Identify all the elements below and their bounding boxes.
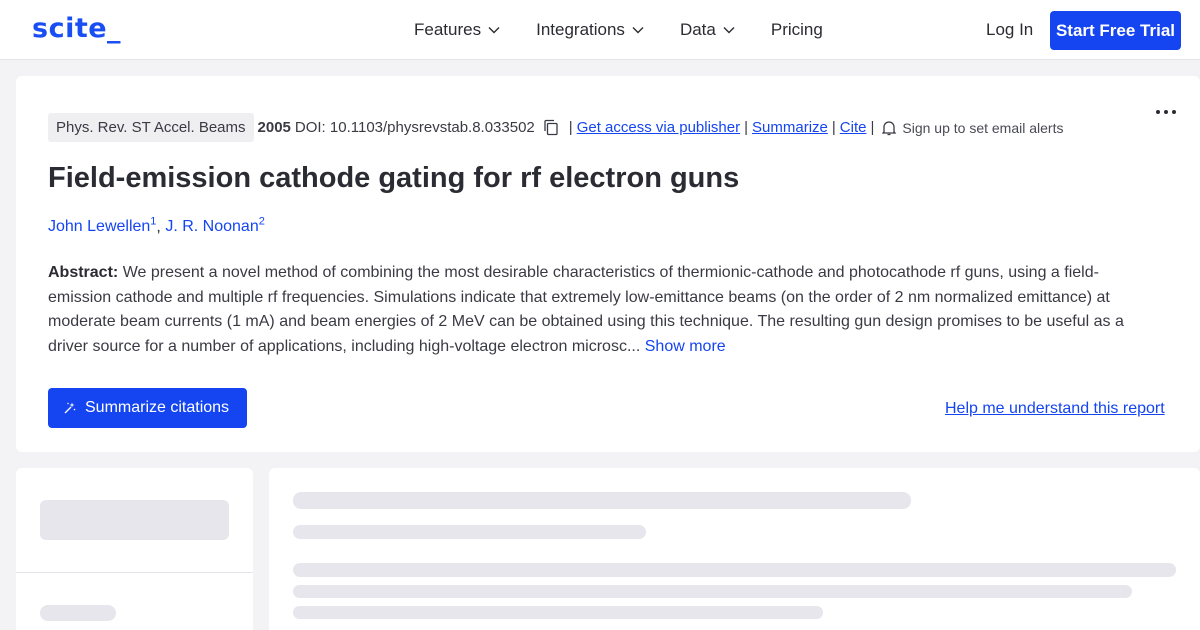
author-link[interactable]: J. R. Noonan2 (165, 216, 265, 236)
chevron-down-icon (723, 27, 735, 34)
skeleton-line (293, 563, 1176, 577)
separator: | (744, 119, 749, 136)
chevron-down-icon (632, 27, 644, 34)
start-free-trial-button[interactable]: Start Free Trial (1050, 11, 1181, 50)
skeleton-line (40, 605, 116, 621)
journal-badge[interactable]: Phys. Rev. ST Accel. Beams (48, 113, 254, 142)
author-affiliation: 2 (258, 216, 265, 228)
nav-features-label: Features (414, 20, 482, 39)
email-alerts-link[interactable]: Sign up to set email alerts (902, 120, 1063, 136)
nav-data-label: Data (679, 20, 716, 39)
summarize-link[interactable]: Summarize (752, 119, 828, 136)
nav-features[interactable]: Features (414, 20, 500, 40)
paper-card: Phys. Rev. ST Accel. Beams 2005 DOI: 10.… (16, 76, 1200, 452)
get-access-link[interactable]: Get access via publisher (577, 119, 740, 136)
nav-pricing[interactable]: Pricing (771, 20, 823, 40)
cite-link[interactable]: Cite (840, 119, 867, 136)
separator: | (831, 119, 836, 136)
top-navbar: scite_ Features Integrations Data Pricin… (0, 0, 1200, 60)
author-name: John Lewellen (48, 218, 151, 236)
author-name: J. R. Noonan (165, 218, 259, 236)
skeleton-block (40, 500, 229, 540)
login-link[interactable]: Log In (986, 20, 1033, 40)
nav-integrations-label: Integrations (536, 20, 625, 39)
skeleton-line (293, 525, 646, 539)
bell-icon[interactable] (882, 120, 897, 136)
author-list: John Lewellen1, J. R. Noonan2 (48, 216, 265, 236)
sparkle-icon (64, 402, 76, 414)
sidebar-skeleton-card (16, 468, 253, 630)
doi-text: DOI: 10.1103/physrevstab.8.033502 (294, 119, 535, 136)
summarize-citations-label: Summarize citations (85, 399, 230, 416)
nav-pricing-label: Pricing (770, 20, 823, 39)
separator: | (568, 119, 573, 136)
paper-meta-row: Phys. Rev. ST Accel. Beams 2005 DOI: 10.… (48, 113, 1063, 142)
skeleton-line (293, 585, 1132, 598)
nav-data[interactable]: Data (680, 20, 735, 40)
summarize-citations-button[interactable]: Summarize citations (48, 388, 247, 428)
abstract: Abstract: We present a novel method of c… (48, 261, 1138, 359)
show-more-link[interactable]: Show more (645, 338, 726, 355)
skeleton-line (293, 606, 823, 619)
publication-year: 2005 (257, 119, 291, 136)
copy-icon[interactable] (543, 119, 559, 136)
abstract-label: Abstract: (48, 264, 119, 281)
scite-logo[interactable]: scite_ (32, 13, 121, 44)
author-link[interactable]: John Lewellen1 (48, 216, 156, 236)
chevron-down-icon (488, 27, 500, 34)
separator: | (870, 119, 875, 136)
nav-integrations[interactable]: Integrations (536, 20, 644, 40)
help-understand-link[interactable]: Help me understand this report (945, 400, 1165, 418)
paper-title: Field-emission cathode gating for rf ele… (48, 162, 740, 194)
content-skeleton-card (269, 468, 1200, 630)
skeleton-line (293, 492, 911, 509)
author-separator: , (156, 218, 161, 236)
abstract-text: We present a novel method of combining t… (48, 264, 1124, 355)
divider (16, 572, 253, 573)
main-nav: Features Integrations Data Pricing (414, 0, 823, 60)
more-icon[interactable] (1156, 110, 1176, 114)
